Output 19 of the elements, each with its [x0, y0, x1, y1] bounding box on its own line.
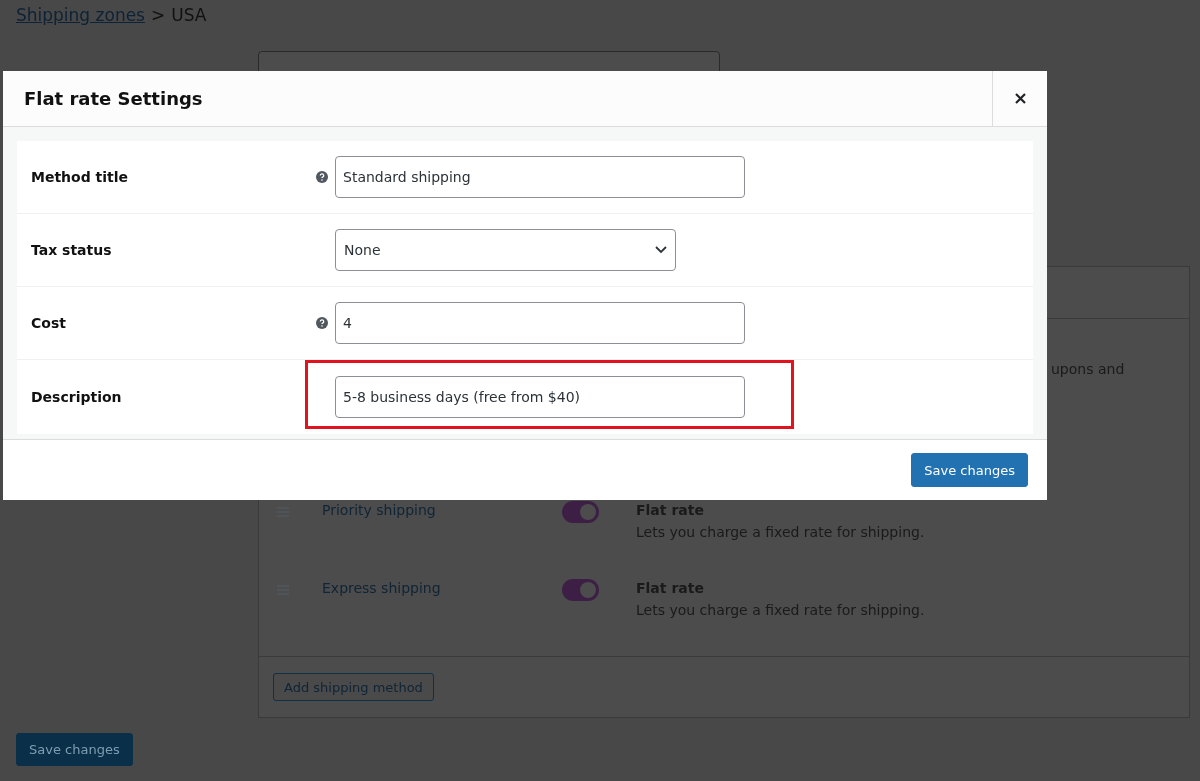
- tax-status-select[interactable]: None: [335, 229, 676, 271]
- field-label: Cost: [30, 315, 67, 331]
- field-label: Tax status: [30, 242, 113, 258]
- input-field[interactable]: Standard shipping: [335, 156, 745, 198]
- input-field[interactable]: 4: [335, 302, 745, 344]
- help-icon: [316, 171, 328, 183]
- enabled-toggle[interactable]: [562, 578, 599, 601]
- help-icon: [316, 317, 328, 329]
- field-label: Description: [30, 389, 123, 405]
- input-field[interactable]: 5-8 business days (free from $40): [335, 376, 745, 418]
- chevron-down-icon: [655, 246, 667, 254]
- field-label: Method title: [30, 169, 130, 185]
- enabled-toggle[interactable]: [562, 501, 599, 524]
- close-icon: [1014, 93, 1026, 104]
- breadcrumb-separator: >: [151, 5, 166, 25]
- save-changes-button[interactable]: Save changes: [16, 733, 133, 766]
- save-changes-button[interactable]: Save changes: [911, 453, 1028, 487]
- dialog-title: Flat rate Settings: [23, 88, 204, 109]
- breadcrumb-current: USA: [171, 5, 207, 25]
